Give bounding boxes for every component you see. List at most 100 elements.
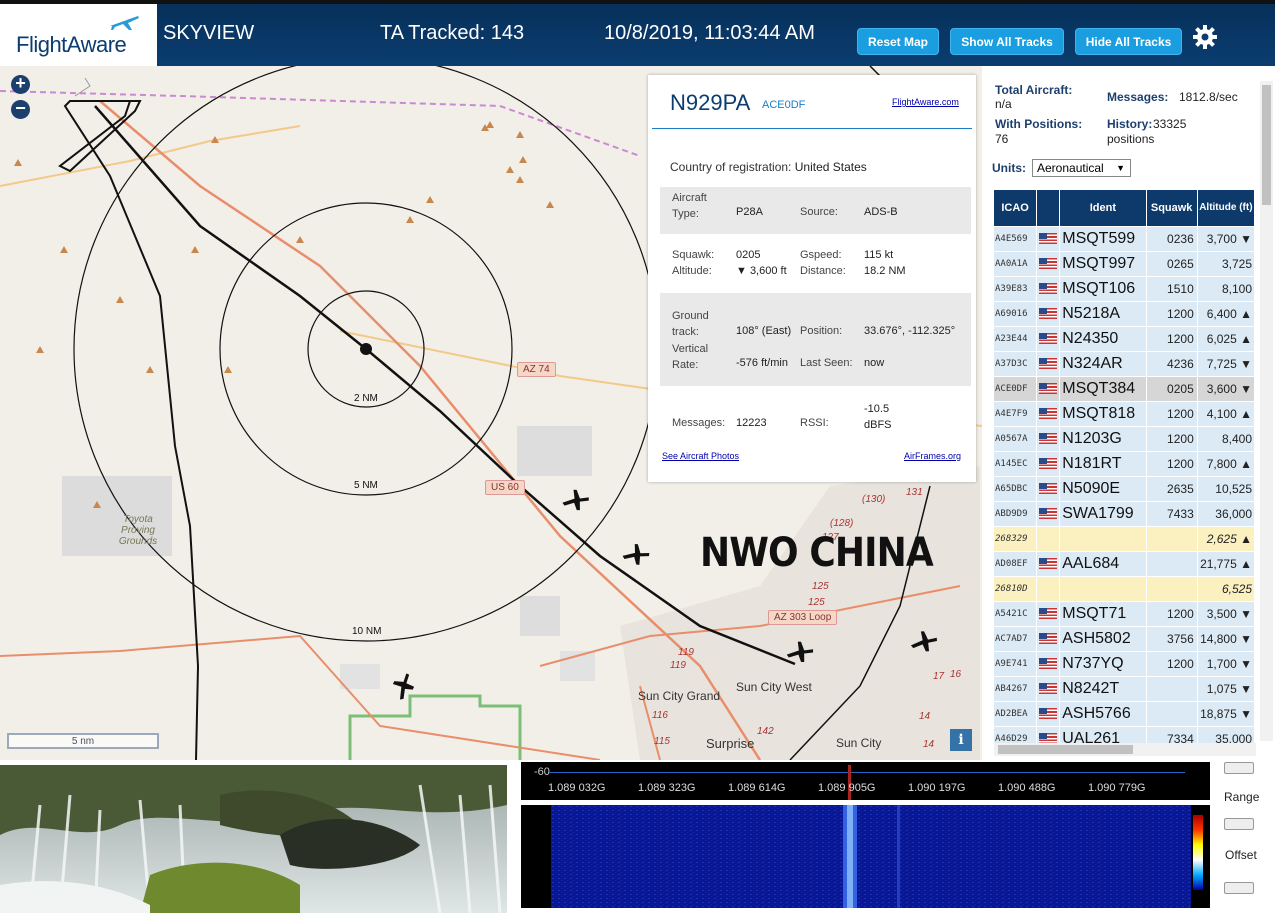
altitude-cell: 7,800 ▲ (1197, 452, 1254, 476)
table-row[interactable]: A5421C MSQT71 1200 3,500 ▼ (994, 602, 1254, 626)
show-all-tracks-button[interactable]: Show All Tracks (950, 28, 1064, 55)
altitude-cell: 3,725 (1197, 252, 1254, 276)
table-header: ICAO Ident Squawk Altitude (ft) (994, 190, 1254, 226)
us-flag-icon (1039, 333, 1058, 345)
ident-cell: AAL684 (1060, 552, 1146, 576)
units-label: Units: (992, 161, 1026, 175)
scroll-thumb[interactable] (998, 745, 1133, 754)
horizontal-scrollbar[interactable] (994, 743, 1256, 756)
squawk-cell: 1510 (1146, 277, 1197, 301)
ident-cell: MSQT818 (1060, 402, 1146, 426)
waterfall-display[interactable] (521, 805, 1210, 908)
road-number: 16 (950, 669, 962, 680)
zoom-out-button[interactable]: − (11, 99, 30, 119)
ident-cell: ASH5766 (1060, 702, 1146, 726)
vertical-scrollbar[interactable] (1260, 81, 1273, 741)
us-flag-icon (1039, 608, 1058, 620)
table-row[interactable]: AD08EF AAL684 21,775 ▲ (994, 552, 1254, 576)
messages-rate-value: 1812.8/sec (1179, 90, 1238, 104)
table-row[interactable]: AA0A1A MSQT997 0265 3,725 (994, 252, 1254, 276)
table-row[interactable]: A65DBC N5090E 2635 10,525 (994, 477, 1254, 501)
clock-display: 10/8/2019, 11:03:44 AM (604, 22, 815, 44)
table-row[interactable]: 26810D 6,525 (994, 577, 1254, 601)
range-label-5nm: 5 NM (354, 480, 378, 491)
aircraft-registration: N929PA (670, 90, 751, 115)
altitude-cell: 14,800 ▼ (1197, 627, 1254, 651)
flag-cell (1037, 577, 1060, 601)
table-row[interactable]: AB4267 N8242T 1,075 ▼ (994, 677, 1254, 701)
table-row[interactable]: A145EC N181RT 1200 7,800 ▲ (994, 452, 1254, 476)
col-altitude[interactable]: Altitude (ft) (1197, 190, 1254, 226)
table-row[interactable]: A4E7F9 MSQT818 1200 4,100 ▲ (994, 402, 1254, 426)
table-row[interactable]: AD2BEA ASH5766 18,875 ▼ (994, 702, 1254, 726)
icao-cell: A4E7F9 (994, 402, 1037, 426)
us-flag-icon (1039, 683, 1058, 695)
ident-cell: MSQT71 (1060, 602, 1146, 626)
freq-tick: 1.090 779G (1088, 782, 1146, 794)
altitude-cell: 3,700 ▼ (1197, 227, 1254, 251)
aircraft-hex-link[interactable]: ACE0DF (762, 99, 805, 111)
vertical-rate-value: -576 ft/min (736, 357, 788, 369)
airframes-link[interactable]: AirFrames.org (904, 451, 961, 461)
icao-cell: 26810D (994, 577, 1037, 601)
squawk-cell: 7433 (1146, 502, 1197, 526)
zoom-slider[interactable] (1224, 882, 1254, 894)
table-row[interactable]: A23E44 N24350 1200 6,025 ▲ (994, 327, 1254, 351)
gear-icon[interactable] (1192, 24, 1218, 50)
app-header: FlightAware SKYVIEW TA Tracked: 143 10/8… (0, 0, 1275, 66)
units-select[interactable]: Aeronautical ▼ (1032, 159, 1131, 177)
table-row[interactable]: A69016 N5218A 1200 6,400 ▲ (994, 302, 1254, 326)
icao-cell: A37D3C (994, 352, 1037, 376)
source-value: ADS-B (864, 206, 898, 218)
icao-cell: AD08EF (994, 552, 1037, 576)
range-slider[interactable] (1224, 762, 1254, 774)
reset-map-button[interactable]: Reset Map (857, 28, 939, 55)
road-number: 115 (654, 736, 670, 747)
aircraft-photos-link[interactable]: See Aircraft Photos (662, 451, 739, 461)
ident-cell: N5218A (1060, 302, 1146, 326)
messages-label: Messages: (672, 417, 726, 429)
logo-text: FlightAware (16, 32, 127, 57)
zoom-in-button[interactable]: + (11, 74, 30, 94)
flightaware-link[interactable]: FlightAware.com (892, 97, 959, 107)
table-row[interactable]: A9E741 N737YQ 1200 1,700 ▼ (994, 652, 1254, 676)
icao-cell: A5421C (994, 602, 1037, 626)
altitude-cell: 18,875 ▼ (1197, 702, 1254, 726)
col-flag[interactable] (1037, 190, 1060, 226)
ident-cell (1060, 577, 1146, 601)
squawk-cell: 1200 (1146, 402, 1197, 426)
icao-cell: AC7AD7 (994, 627, 1037, 651)
table-row[interactable]: A37D3C N324AR 4236 7,725 ▼ (994, 352, 1254, 376)
table-row[interactable]: A0567A N1203G 1200 8,400 (994, 427, 1254, 451)
with-positions-value: 76 (995, 132, 1009, 146)
table-row[interactable]: 268329 2,625 ▲ (994, 527, 1254, 551)
flightaware-logo[interactable]: FlightAware (0, 4, 157, 66)
table-row[interactable]: A4E569 MSQT599 0236 3,700 ▼ (994, 227, 1254, 251)
col-squawk[interactable]: Squawk (1146, 190, 1197, 226)
altitude-cell: 6,400 ▲ (1197, 302, 1254, 326)
altitude-cell: 3,500 ▼ (1197, 602, 1254, 626)
info-button[interactable]: i (950, 729, 972, 751)
altitude-cell: 36,000 (1197, 502, 1254, 526)
vertical-rate-label: Vertical Rate: (672, 343, 709, 371)
road-number: 14 (919, 711, 931, 722)
table-row[interactable]: A39E83 MSQT106 1510 8,100 (994, 277, 1254, 301)
icao-cell: A69016 (994, 302, 1037, 326)
altitude-cell: 10,525 (1197, 477, 1254, 501)
history-value: 33325 positions (1107, 117, 1187, 146)
icao-cell: A4E569 (994, 227, 1037, 251)
us-flag-icon (1039, 458, 1058, 470)
altitude-cell: 4,100 ▲ (1197, 402, 1254, 426)
table-row[interactable]: ACE0DF MSQT384 0205 3,600 ▼ (994, 377, 1254, 401)
hide-all-tracks-button[interactable]: Hide All Tracks (1075, 28, 1182, 55)
table-row[interactable]: AC7AD7 ASH5802 3756 14,800 ▼ (994, 627, 1254, 651)
freq-tick: 1.090 197G (908, 782, 966, 794)
squawk-cell (1146, 677, 1197, 701)
offset-slider[interactable] (1224, 818, 1254, 830)
gspeed-value: 115 kt (864, 249, 894, 261)
col-icao[interactable]: ICAO (994, 190, 1037, 226)
road-number: (130) (862, 494, 886, 505)
col-ident[interactable]: Ident (1060, 190, 1146, 226)
table-row[interactable]: ABD9D9 SWA1799 7433 36,000 (994, 502, 1254, 526)
scroll-thumb[interactable] (1262, 85, 1271, 205)
